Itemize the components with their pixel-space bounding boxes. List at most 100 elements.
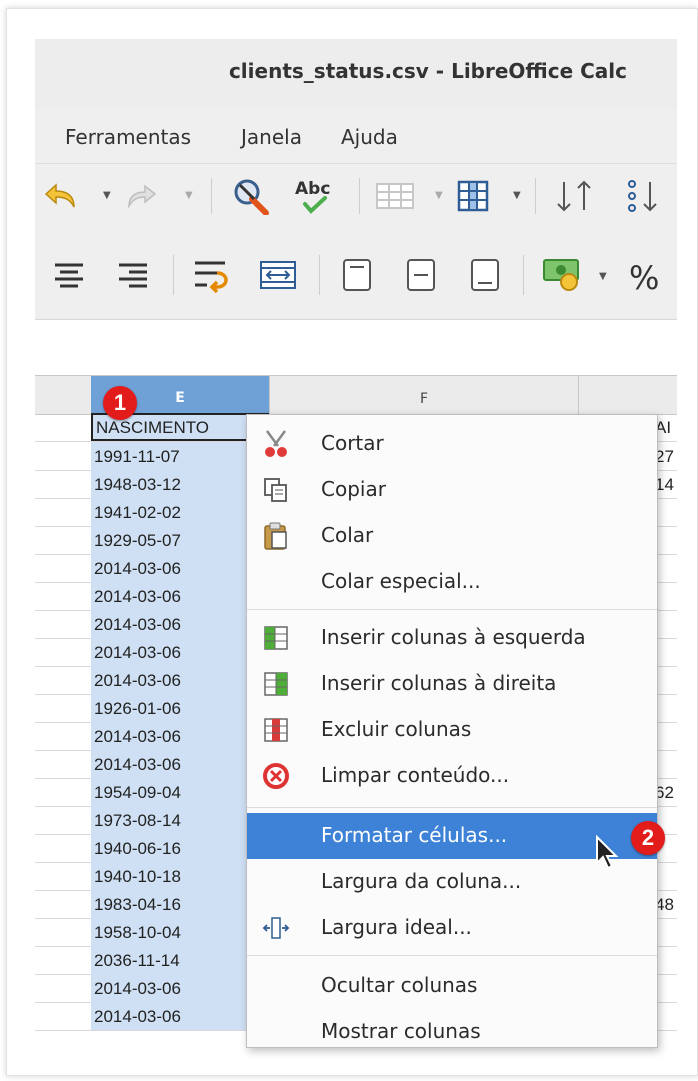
menu-bar: Ferramentas Janela Ajuda [35,109,677,163]
menu-item-label: Largura ideal... [321,915,472,939]
formatting-toolbar: ▼ % [35,229,677,320]
cell-e[interactable]: 1929-05-07 [91,526,269,554]
menu-item-largura-ideal[interactable]: Largura ideal... [247,905,657,951]
screenshot-frame: clients_status.csv - LibreOffice Calc Fe… [6,8,698,1076]
menu-item-ocultar-colunas[interactable]: Ocultar colunas [247,963,657,1009]
menu-item-inserir-colunas-a-direita[interactable]: Inserir colunas à direita [247,661,657,707]
menu-item-copiar[interactable]: Copiar [247,467,657,513]
step-2-badge: 2 [631,821,665,855]
cell-e[interactable]: 2014-03-06 [91,554,269,582]
wrap-text-icon[interactable] [191,253,235,297]
cell-g[interactable] [655,946,677,974]
menu-item-colar[interactable]: Colar [247,513,657,559]
redo-icon[interactable] [123,178,159,214]
cell-e[interactable]: 1954-09-04 [91,778,269,806]
toolbar-separator [535,178,536,214]
cell-e[interactable]: 2014-03-06 [91,610,269,638]
cell-g[interactable] [655,862,677,890]
cell-g[interactable] [655,694,677,722]
cell-g[interactable] [655,638,677,666]
delete-columns-icon [261,715,291,745]
menu-item-label: Colar [321,523,374,547]
cell-g[interactable]: 14 [655,470,677,498]
align-middle-icon[interactable] [401,253,441,297]
cell-g1[interactable]: AI [655,413,677,441]
cell-e[interactable]: 2014-03-06 [91,974,269,1002]
sort-ascending-icon[interactable] [553,174,599,218]
formula-area-gap [35,320,677,375]
cell-g[interactable] [655,498,677,526]
cell-g[interactable] [655,526,677,554]
cell-g[interactable] [655,666,677,694]
cell-e[interactable]: 2014-03-06 [91,638,269,666]
spellcheck-icon[interactable]: Abc [293,174,337,218]
menu-item-cortar[interactable]: Cortar [247,421,657,467]
row-dropdown-icon[interactable]: ▼ [435,190,443,201]
menu-item-label: Largura da coluna... [321,869,522,893]
currency-dropdown-icon[interactable]: ▼ [599,271,607,282]
cell-e[interactable]: 2014-03-06 [91,722,269,750]
cell-e[interactable]: 1991-11-07 [91,442,269,470]
menu-item-colar-especial[interactable]: Colar especial... [247,559,657,605]
cell-e[interactable]: 1948-03-12 [91,470,269,498]
clear-contents-icon [261,761,291,791]
column-header-f[interactable]: F [269,376,579,414]
menu-item-inserir-colunas-a-esquerda[interactable]: Inserir colunas à esquerda [247,615,657,661]
menu-item-label: Inserir colunas à direita [321,671,557,695]
undo-dropdown-icon[interactable]: ▼ [103,190,111,201]
cell-e[interactable]: 2014-03-06 [91,750,269,778]
sort-descending-icon[interactable] [623,174,669,218]
cell-g[interactable] [655,750,677,778]
cell-g[interactable] [655,918,677,946]
mouse-cursor-icon [595,834,621,875]
cell-g[interactable]: 62 [655,778,677,806]
cell-g[interactable] [655,974,677,1002]
menu-item-label: Cortar [321,431,384,455]
cell-g[interactable]: 48 [655,890,677,918]
menu-ferramentas[interactable]: Ferramentas [65,125,191,149]
cell-e[interactable]: 1958-10-04 [91,918,269,946]
merge-center-icon[interactable] [257,255,299,295]
cell-g[interactable] [655,1002,677,1030]
cell-g[interactable] [655,722,677,750]
cell-e[interactable]: 1983-04-16 [91,890,269,918]
align-top-icon[interactable] [337,253,377,297]
currency-icon[interactable] [539,251,587,297]
cell-e[interactable]: 1940-10-18 [91,862,269,890]
cell-g[interactable] [655,610,677,638]
redo-dropdown-icon[interactable]: ▼ [185,190,193,201]
menu-janela[interactable]: Janela [241,125,302,149]
percent-icon[interactable]: % [629,259,659,297]
standard-toolbar: ▼ ▼ Abc ▼ ▼ [35,163,677,230]
column-icon[interactable] [453,176,493,216]
cell-e[interactable]: 1940-06-16 [91,834,269,862]
menu-item-limpar-conteudo[interactable]: Limpar conteúdo... [247,753,657,799]
clear-formatting-icon[interactable] [231,176,271,216]
step-1-badge: 1 [103,386,137,420]
cell-e[interactable]: 2036-11-14 [91,946,269,974]
toolbar-separator [211,178,212,214]
cell-e[interactable]: 1941-02-02 [91,498,269,526]
menu-separator [247,807,657,808]
cell-e[interactable]: 1973-08-14 [91,806,269,834]
cell-e[interactable]: 2014-03-06 [91,582,269,610]
menu-ajuda[interactable]: Ajuda [341,125,398,149]
menu-item-label: Formatar células... [321,823,508,847]
cell-e[interactable]: 2014-03-06 [91,666,269,694]
align-center-icon[interactable] [49,255,89,295]
menu-item-excluir-colunas[interactable]: Excluir colunas [247,707,657,753]
align-bottom-icon[interactable] [465,253,505,297]
undo-icon[interactable] [43,178,79,214]
cell-e[interactable]: 2014-03-06 [91,1002,269,1030]
optimal-width-icon [261,913,291,943]
cell-g[interactable] [655,554,677,582]
align-right-icon[interactable] [113,255,153,295]
toolbar-separator [523,255,524,295]
row-icon[interactable] [375,178,415,214]
insert-column-right-icon [261,669,291,699]
cell-g[interactable]: 27 [655,442,677,470]
cell-e[interactable]: 1926-01-06 [91,694,269,722]
column-dropdown-icon[interactable]: ▼ [513,190,521,201]
menu-item-mostrar-colunas[interactable]: Mostrar colunas [247,1009,657,1055]
cell-g[interactable] [655,582,677,610]
